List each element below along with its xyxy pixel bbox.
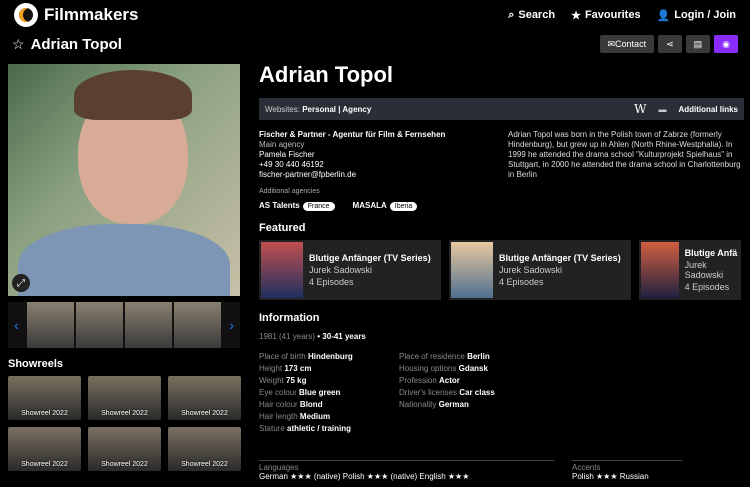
information-heading: Information: [259, 312, 320, 324]
featured-cards: Blutige Anfänger (TV Series) Jurek Sadows…: [259, 240, 744, 300]
additional-agencies: AS Talents France MASALA Iberia: [259, 201, 744, 211]
pdf-button[interactable]: ▤: [685, 35, 711, 53]
agency-item[interactable]: AS Talents France: [259, 201, 335, 211]
agency-name[interactable]: Fischer & Partner - Agentur für Film & F…: [259, 130, 494, 140]
featured-card[interactable]: Blutige Anfä Jurek Sadowski 4 Episodes: [639, 240, 741, 300]
photo-thumbnail[interactable]: [125, 302, 173, 348]
top-navigation: Filmmakers ⌕ Search ★ Favourites 👤 Login / …: [0, 0, 750, 30]
favourite-star-icon[interactable]: ☆: [12, 36, 25, 53]
chevron-left-icon[interactable]: ‹: [8, 317, 25, 333]
star-icon: ★: [571, 9, 581, 22]
agency-item[interactable]: MASALA Iberia: [353, 201, 418, 211]
showreel-item[interactable]: Showreel 2022: [8, 376, 81, 420]
poster: [641, 242, 679, 298]
chevron-right-icon[interactable]: ›: [223, 317, 240, 333]
agency-section: Fischer & Partner - Agentur für Film & F…: [259, 130, 744, 180]
logo-icon: [14, 3, 38, 27]
pdf-icon: ▤: [693, 38, 703, 49]
brand-name: Filmmakers: [44, 5, 139, 24]
main-content: Adrian Topol Websites: Personal | Agency…: [259, 62, 744, 435]
additional-links-button[interactable]: Additional links: [678, 105, 738, 114]
showreels-grid: Showreel 2022 Showreel 2022 Showreel 202…: [8, 376, 241, 471]
action-buttons: ✉ Contact ⋖ ▤ ◉: [599, 35, 738, 53]
user-icon: 👤: [656, 9, 671, 22]
info-column-right: Place of residence Berlin Housing option…: [399, 352, 495, 409]
languages-list: German ★★★ (native) Polish ★★★ (native) …: [259, 472, 470, 481]
photo-thumbnail[interactable]: [26, 302, 74, 348]
brand-logo[interactable]: Filmmakers: [14, 3, 139, 27]
profile-link-button[interactable]: ◉: [714, 35, 738, 53]
poster: [261, 242, 303, 298]
websites-bar: Websites: Personal | Agency W ▬ Addition…: [259, 98, 744, 120]
additional-agencies-label: Additional agencies: [259, 188, 320, 195]
contact-button[interactable]: ✉ Contact: [599, 35, 655, 53]
mail-icon: ✉: [607, 38, 616, 49]
imdb-icon[interactable]: ▬: [658, 105, 666, 114]
featured-card[interactable]: Blutige Anfänger (TV Series) Jurek Sadows…: [259, 240, 441, 300]
wikipedia-icon[interactable]: W: [634, 102, 646, 116]
main-nav: ⌕ Search ★ Favourites 👤 Login / Join: [508, 9, 736, 22]
showreel-item[interactable]: Showreel 2022: [168, 427, 241, 471]
photo-carousel: ‹ ›: [8, 302, 240, 348]
nav-favourites[interactable]: ★ Favourites: [571, 9, 641, 22]
showreel-item[interactable]: Showreel 2022: [88, 427, 161, 471]
search-icon: ⌕: [508, 8, 515, 21]
biography: Adrian Topol was born in the Polish town…: [508, 130, 741, 179]
info-column-left: Place of birth Hindenburg Height 173 cm …: [259, 352, 353, 433]
showreel-item[interactable]: Showreel 2022: [8, 427, 81, 471]
profile-name: Adrian Topol: [259, 62, 394, 87]
accents-list: Polish ★★★ Russian: [572, 472, 649, 481]
languages-section: Languages German ★★★ (native) Polish ★★★…: [259, 460, 744, 481]
share-icon: ⋖: [666, 38, 674, 49]
showreel-item[interactable]: Showreel 2022: [88, 376, 161, 420]
poster: [451, 242, 493, 298]
featured-card[interactable]: Blutige Anfänger (TV Series) Jurek Sadows…: [449, 240, 631, 300]
age-info: 1981 (41 years) • 30-41 years: [259, 332, 366, 341]
showreels-heading: Showreels: [8, 358, 64, 370]
featured-heading: Featured: [259, 222, 306, 234]
share-button[interactable]: ⋖: [658, 35, 682, 53]
nav-login[interactable]: 👤 Login / Join: [657, 9, 736, 22]
showreel-item[interactable]: Showreel 2022: [168, 376, 241, 420]
photo-thumbnail[interactable]: [75, 302, 123, 348]
nav-search[interactable]: ⌕ Search: [508, 9, 555, 22]
profile-title: Adrian Topol: [30, 35, 122, 53]
website-links[interactable]: Personal | Agency: [302, 105, 371, 114]
link-icon: ◉: [722, 38, 730, 49]
expand-icon[interactable]: ⤢: [12, 274, 30, 292]
information-grid: Place of birth Hindenburg Height 173 cm …: [259, 351, 744, 435]
photo-thumbnail[interactable]: [174, 302, 222, 348]
profile-titlebar: ☆ Adrian Topol ✉ Contact ⋖ ▤ ◉: [0, 32, 750, 56]
left-column: ⤢ ‹ › Showreels Showreel 2022 Showreel 2…: [8, 64, 241, 471]
profile-photo[interactable]: ⤢: [8, 64, 240, 296]
